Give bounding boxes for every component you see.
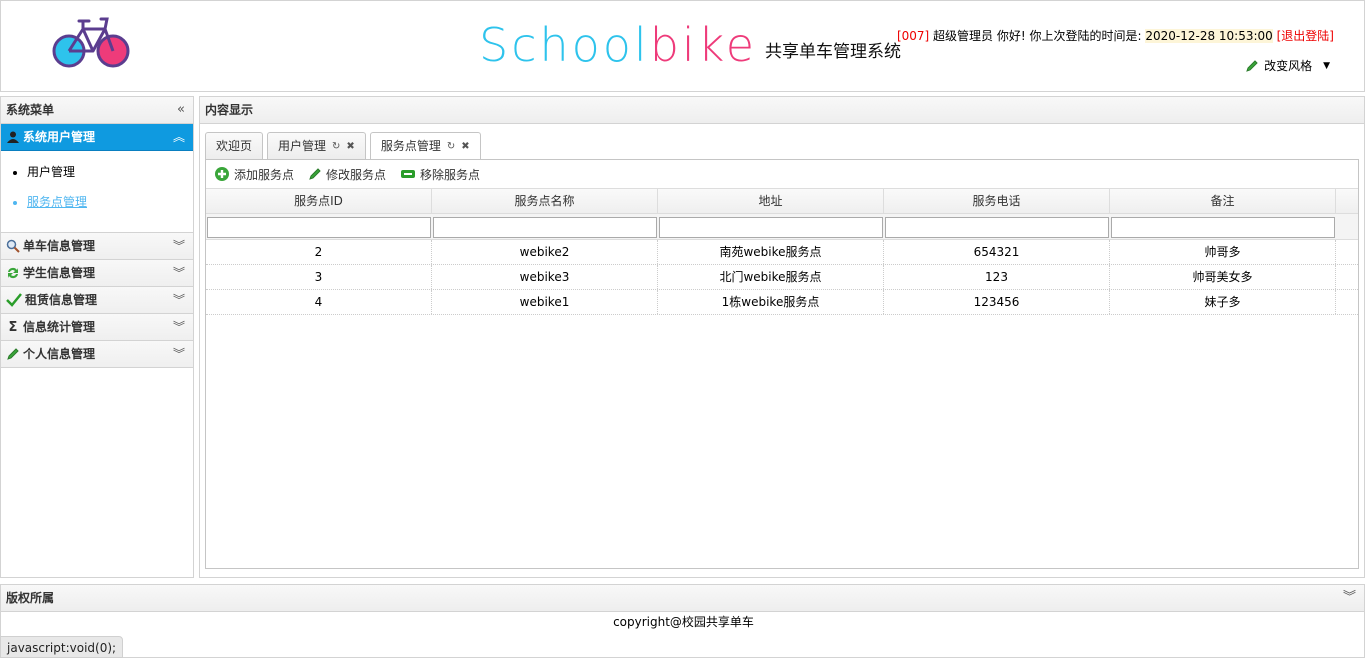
last-login-time: 2020-12-28 10:53:00 — [1145, 29, 1273, 43]
chevron-down-icon[interactable]: ︾ — [1343, 585, 1356, 611]
menu-item-user-management[interactable]: 用户管理 — [27, 157, 193, 187]
chevron-down-icon[interactable]: ︾ — [173, 341, 185, 368]
add-icon — [215, 167, 229, 181]
copyright-text: copyright@校园共享单车 — [613, 615, 754, 629]
close-tab-icon[interactable]: ✖ — [461, 134, 469, 159]
menu-section-system-users[interactable]: 系统用户管理 ︽ — [1, 124, 193, 151]
tab-strip: 欢迎页 用户管理 ↻ ✖ 服务点管理 ↻ ✖ — [205, 132, 481, 160]
table-row[interactable]: 3 webike3 北门webike服务点 123 帅哥美女多 — [206, 265, 1358, 290]
logout-link[interactable]: [退出登陆] — [1277, 29, 1334, 43]
footer-title: 版权所属 ︾ — [1, 585, 1364, 612]
tab-welcome[interactable]: 欢迎页 — [205, 132, 264, 159]
tab-user-management[interactable]: 用户管理 ↻ ✖ — [267, 132, 366, 159]
chevron-up-icon[interactable]: ︽ — [173, 124, 185, 151]
remove-service-point-button[interactable]: 移除服务点 — [400, 166, 480, 183]
filter-input-address[interactable] — [659, 217, 883, 238]
table-row[interactable]: 4 webike1 1栋webike服务点 123456 妹子多 — [206, 290, 1358, 315]
service-point-grid: 服务点ID 服务点名称 地址 服务电话 备注 2 webike2 南苑webik… — [206, 189, 1358, 315]
column-header[interactable]: 服务电话 — [884, 189, 1110, 213]
add-service-point-button[interactable]: 添加服务点 — [214, 166, 294, 183]
change-theme-label: 改变风格 — [1264, 59, 1313, 73]
system-menu-panel: 系统菜单 « 系统用户管理 ︽ 用户管理 服务点管理 单车信息管理 ︾ 学生信息… — [0, 96, 194, 578]
edit-service-point-button[interactable]: 修改服务点 — [308, 166, 386, 183]
tab-content: 添加服务点 修改服务点 移除服务点 服务点ID 服务点名称 地址 服务电话 备注 — [205, 159, 1359, 569]
browser-status-bar: javascript:void(0); — [0, 636, 124, 658]
refresh-tab-icon[interactable]: ↻ — [332, 134, 340, 159]
brand-title: Schoolbike 共享单车管理系统 — [479, 15, 901, 75]
menu-section-student-info[interactable]: 学生信息管理 ︾ — [1, 260, 193, 287]
user-code: [007] — [896, 29, 930, 43]
table-row[interactable]: 2 webike2 南苑webike服务点 654321 帅哥多 — [206, 240, 1358, 265]
chevron-down-icon[interactable]: ︾ — [173, 287, 185, 314]
menu-section-statistics[interactable]: Σ 信息统计管理 ︾ — [1, 314, 193, 341]
grid-header-row: 服务点ID 服务点名称 地址 服务电话 备注 — [206, 189, 1358, 214]
user-greeting: 超级管理员 你好! 你上次登陆的时间是: — [929, 29, 1146, 43]
search-icon — [6, 239, 20, 253]
menu-item-service-point-management[interactable]: 服务点管理 — [27, 187, 193, 217]
check-icon — [6, 293, 22, 307]
remove-icon — [401, 170, 416, 178]
brand-school: School — [479, 18, 650, 72]
column-header[interactable]: 地址 — [658, 189, 884, 213]
user-icon — [7, 131, 19, 143]
pencil-icon — [1246, 59, 1258, 72]
refresh-tab-icon[interactable]: ↻ — [447, 134, 455, 159]
bicycle-logo-icon — [49, 13, 135, 76]
menu-section-body: 用户管理 服务点管理 — [1, 151, 193, 233]
pencil-icon — [7, 348, 19, 360]
menu-section-bike-info[interactable]: 单车信息管理 ︾ — [1, 233, 193, 260]
page-header: Schoolbike 共享单车管理系统 [007] 超级管理员 你好! 你上次登陆… — [0, 0, 1365, 92]
column-header[interactable]: 服务点ID — [206, 189, 432, 213]
collapse-left-icon[interactable]: « — [177, 97, 185, 123]
menu-section-personal-info[interactable]: 个人信息管理 ︾ — [1, 341, 193, 368]
grid-filter-row — [206, 214, 1358, 240]
close-tab-icon[interactable]: ✖ — [346, 134, 354, 159]
filter-input-id[interactable] — [207, 217, 431, 238]
chevron-down-icon[interactable]: ︾ — [173, 233, 185, 260]
grid-toolbar: 添加服务点 修改服务点 移除服务点 — [206, 160, 1358, 189]
filter-input-phone[interactable] — [885, 217, 1109, 238]
caret-down-icon: ▼ — [1323, 60, 1330, 71]
tab-service-point-management[interactable]: 服务点管理 ↻ ✖ — [369, 132, 481, 160]
brand-subtitle: 共享单车管理系统 — [765, 42, 901, 62]
pencil-icon — [309, 168, 321, 180]
content-panel-title: 内容显示 — [200, 97, 1364, 124]
chevron-down-icon[interactable]: ︾ — [173, 314, 185, 341]
change-theme-button[interactable]: 改变风格 ▼ — [1245, 57, 1330, 74]
footer-panel: 版权所属 ︾ copyright@校园共享单车 — [0, 584, 1365, 658]
menu-section-rental-info[interactable]: 租赁信息管理 ︾ — [1, 287, 193, 314]
filter-input-name[interactable] — [433, 217, 657, 238]
refresh-icon — [8, 267, 18, 279]
brand-bike: bike — [649, 18, 757, 72]
filter-input-remark[interactable] — [1111, 217, 1335, 238]
column-header[interactable]: 服务点名称 — [432, 189, 658, 213]
chevron-down-icon[interactable]: ︾ — [173, 260, 185, 287]
user-info: [007] 超级管理员 你好! 你上次登陆的时间是: 2020-12-28 10… — [897, 27, 1334, 44]
column-header[interactable]: 备注 — [1110, 189, 1336, 213]
sigma-icon: Σ — [8, 319, 18, 335]
content-panel: 内容显示 欢迎页 用户管理 ↻✖ 服务点管理 ↻✖ 添加服务点 修改服务点 — [199, 96, 1365, 578]
system-menu-title: 系统菜单 « — [1, 97, 193, 124]
